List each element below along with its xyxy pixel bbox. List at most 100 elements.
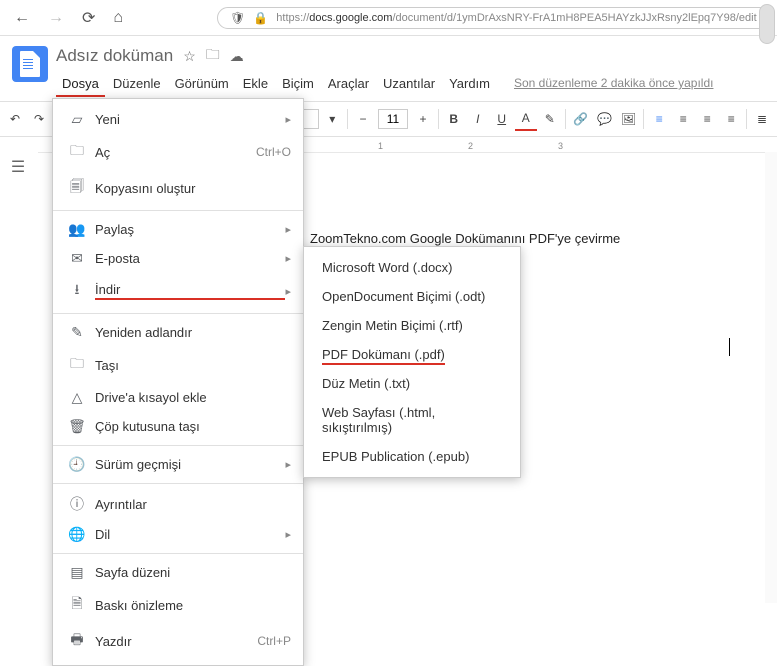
file-menu-kopyas-n-olu-tur[interactable]: 🗐 Kopyasını oluştur <box>53 170 303 206</box>
reload-button[interactable]: ⟳ <box>78 6 99 30</box>
url-text: https://docs.google.com/document/d/1ymDr… <box>276 12 756 24</box>
menu-addons[interactable]: Uzantılar <box>377 72 441 97</box>
italic-button[interactable]: I <box>467 107 489 131</box>
file-menu-bask-nizleme[interactable]: 🗎 Baskı önizleme <box>53 587 303 623</box>
trash-icon: 🗑 <box>65 418 89 435</box>
file-menu-dil[interactable]: 🌐Dil▸ <box>53 520 303 549</box>
history-icon: 🕘 <box>65 456 89 473</box>
file-menu-drive-a-k-sayol-ekle[interactable]: △Drive'a kısayol ekle <box>53 383 303 412</box>
chevron-right-icon: ▸ <box>285 113 291 126</box>
line-spacing-button[interactable]: ≣ <box>751 107 773 131</box>
menu-view[interactable]: Görünüm <box>169 72 235 97</box>
lock-icon: 🔒 <box>253 11 268 25</box>
align-justify-button[interactable]: ≡ <box>720 107 742 131</box>
file-menu-yeni[interactable]: ▱ Yeni▸ <box>53 105 303 134</box>
file-menu-a-[interactable]: 🗀AçCtrl+O <box>53 134 303 170</box>
print-icon: 🖶 <box>65 629 89 653</box>
download-option[interactable]: Web Sayfası (.html, sıkıştırılmış) <box>304 398 520 442</box>
file-menu-e-posta[interactable]: ✉E-posta▸ <box>53 244 303 273</box>
align-center-button[interactable]: ≡ <box>672 107 694 131</box>
back-button[interactable]: ← <box>10 7 34 29</box>
cloud-icon[interactable]: ☁ <box>230 48 244 65</box>
left-sidebar: ☰ <box>0 152 36 182</box>
file-menu-payla-[interactable]: 👥Paylaş▸ <box>53 215 303 244</box>
menu-item-label: Yeni <box>95 112 285 127</box>
browser-bar: ← → ⟳ ⌂ 🛡 🔒 https://docs.google.com/docu… <box>0 0 777 36</box>
url-bar[interactable]: 🛡 🔒 https://docs.google.com/document/d/1… <box>217 7 770 29</box>
undo-button[interactable]: ↶ <box>4 107 26 131</box>
chevron-right-icon: ▸ <box>285 285 291 298</box>
move-icon: 🗀 <box>65 353 89 377</box>
menu-insert[interactable]: Ekle <box>237 72 274 97</box>
image-button[interactable]: 🖼 <box>617 107 639 131</box>
move-icon[interactable]: 🗀 <box>206 44 220 68</box>
comment-button[interactable]: 💬 <box>593 107 615 131</box>
menu-item-label: İndir <box>95 282 285 300</box>
copy-icon: 🗐 <box>65 176 89 200</box>
download-option[interactable]: Zengin Metin Biçimi (.rtf) <box>304 311 520 340</box>
globe-icon: 🌐 <box>65 526 89 543</box>
file-menu-yazd-r[interactable]: 🖶YazdırCtrl+P <box>53 623 303 659</box>
shield-icon: 🛡 <box>230 11 245 25</box>
scrollbar-thumb[interactable] <box>759 4 775 44</box>
download-icon: ⭳ <box>65 279 89 303</box>
info-icon: ⓘ <box>65 494 89 514</box>
download-option[interactable]: Microsoft Word (.docx) <box>304 253 520 282</box>
preview-icon: 🗎 <box>65 593 89 617</box>
star-icon[interactable]: ☆ <box>183 48 196 65</box>
menu-item-label: Ayrıntılar <box>95 497 291 512</box>
menu-help[interactable]: Yardım <box>443 72 496 97</box>
menu-item-label: Paylaş <box>95 222 285 237</box>
file-menu-sayfa-d-zeni[interactable]: ▤ Sayfa düzeni <box>53 558 303 587</box>
redo-button[interactable]: ↷ <box>28 107 50 131</box>
menu-item-label: Yazdır <box>95 634 257 649</box>
file-menu-i-ndir[interactable]: ⭳ İndir▸ <box>53 273 303 309</box>
right-panel <box>765 152 777 603</box>
menu-item-label: Baskı önizleme <box>95 598 291 613</box>
menu-format[interactable]: Biçim <box>276 72 320 97</box>
menu-item-label: E-posta <box>95 251 285 266</box>
menu-item-label: Taşı <box>95 358 291 373</box>
align-left-button[interactable]: ≡ <box>648 107 670 131</box>
menu-edit[interactable]: Düzenle <box>107 72 167 97</box>
home-button[interactable]: ⌂ <box>109 7 127 29</box>
download-option[interactable]: Düz Metin (.txt) <box>304 369 520 398</box>
doc-title[interactable]: Adsız doküman <box>56 46 173 66</box>
file-menu-s-r-m-ge-mi-i[interactable]: 🕘Sürüm geçmişi▸ <box>53 450 303 479</box>
highlight-button[interactable]: ✎ <box>539 107 561 131</box>
link-button[interactable]: 🔗 <box>569 107 591 131</box>
chevron-right-icon: ▸ <box>285 528 291 541</box>
underline-button[interactable]: U <box>491 107 513 131</box>
font-size-input[interactable]: 11 <box>378 109 408 129</box>
download-option[interactable]: EPUB Publication (.epub) <box>304 442 520 471</box>
bold-button[interactable]: B <box>443 107 465 131</box>
download-submenu: Microsoft Word (.docx)OpenDocument Biçim… <box>303 246 521 478</box>
file-menu-yeniden-adland-r[interactable]: ✎Yeniden adlandır <box>53 318 303 347</box>
file-menu--p-kutusuna-ta-[interactable]: 🗑 Çöp kutusuna taşı <box>53 412 303 441</box>
download-option[interactable]: OpenDocument Biçimi (.odt) <box>304 282 520 311</box>
menu-item-label: Kopyasını oluştur <box>95 181 291 196</box>
file-new-icon: ▱ <box>65 111 89 128</box>
rename-icon: ✎ <box>65 324 89 341</box>
file-menu-ayr-nt-lar[interactable]: ⓘ Ayrıntılar <box>53 488 303 520</box>
download-option[interactable]: PDF Dokümanı (.pdf) <box>304 340 520 369</box>
text-color-button[interactable]: A <box>515 107 537 131</box>
font-size-plus[interactable]: + <box>412 107 434 131</box>
outline-icon[interactable]: ☰ <box>3 152 33 182</box>
share-icon: 👥 <box>65 221 89 238</box>
last-edit[interactable]: Son düzenleme 2 dakika önce yapıldı <box>508 72 719 97</box>
menu-item-label: Sayfa düzeni <box>95 565 291 580</box>
file-menu-ta-[interactable]: 🗀 Taşı <box>53 347 303 383</box>
menu-item-label: Çöp kutusuna taşı <box>95 419 291 434</box>
docs-logo[interactable] <box>12 46 48 82</box>
menu-bar: Dosya Düzenle Görünüm Ekle Biçim Araçlar… <box>56 72 769 97</box>
header: Adsız doküman ☆ 🗀 ☁ Dosya Düzenle Görünü… <box>0 36 777 97</box>
forward-button[interactable]: → <box>44 7 68 29</box>
page-icon: ▤ <box>65 564 89 581</box>
chevron-right-icon: ▸ <box>285 252 291 265</box>
align-right-button[interactable]: ≡ <box>696 107 718 131</box>
font-size-minus[interactable]: − <box>352 107 374 131</box>
chevron-right-icon: ▸ <box>285 458 291 471</box>
menu-tools[interactable]: Araçlar <box>322 72 375 97</box>
menu-file[interactable]: Dosya <box>56 72 105 97</box>
